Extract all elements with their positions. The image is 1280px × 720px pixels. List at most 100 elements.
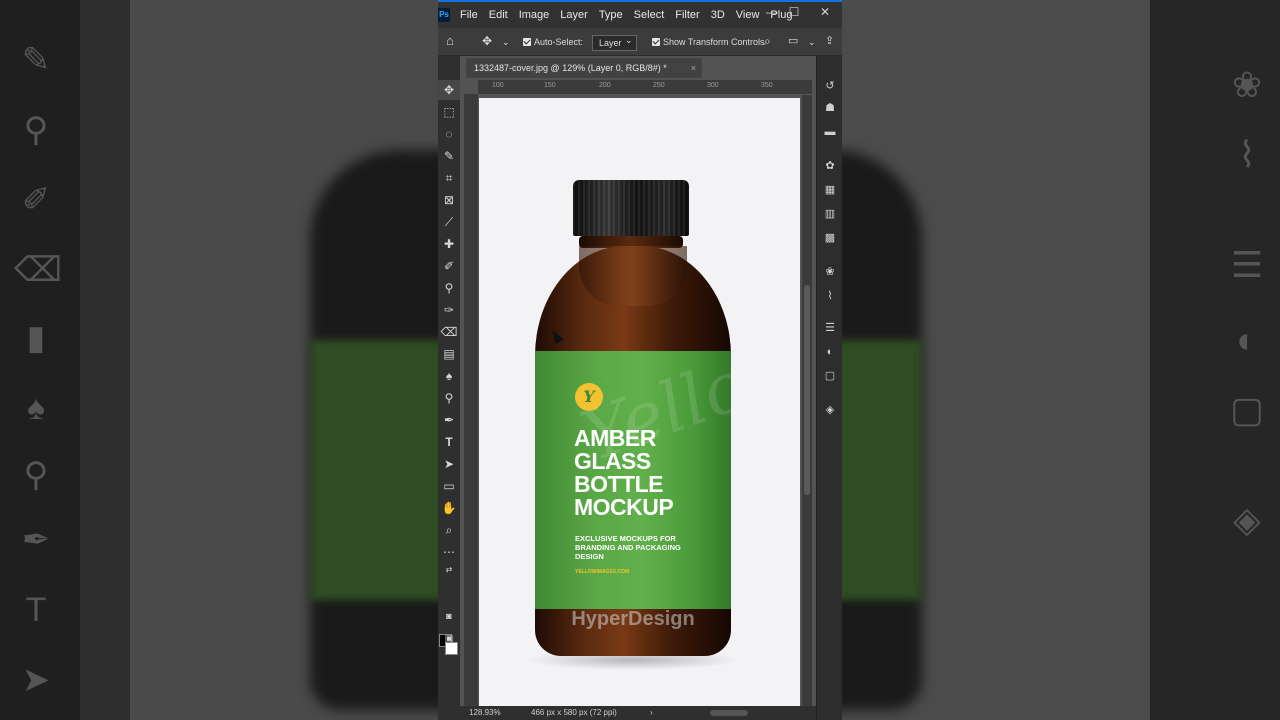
libraries-panel-icon[interactable]: ▢ [817, 366, 842, 386]
ghost-blur-icon: ♠ [26, 389, 46, 427]
checkbox-checked-icon[interactable] [652, 38, 660, 46]
ghost-select-icon: ➤ [21, 661, 51, 699]
watermark: HyperDesign [571, 608, 695, 630]
crop-tool-icon[interactable]: ⌗ [438, 168, 460, 188]
show-transform-label: Show Transform Controls [663, 37, 765, 47]
quick-mask-icon[interactable]: ◙ [438, 606, 460, 626]
ghost-eraser-icon: ⌫ [14, 251, 63, 289]
close-tab-icon[interactable]: × [691, 58, 696, 78]
ghost-styles-icon: ◐ [1236, 319, 1258, 360]
document-info: 466 px x 580 px (72 ppi) [531, 708, 617, 717]
menu-view[interactable]: View [736, 8, 766, 22]
status-menu-arrow[interactable]: › [650, 706, 653, 720]
move-tool-icon[interactable]: ✥ [482, 34, 492, 48]
ruler-label: 200 [599, 82, 611, 89]
gradient-tool-icon[interactable]: ▤ [438, 344, 460, 364]
eyedropper-tool-icon[interactable]: ⟋ [438, 212, 460, 232]
options-bar: ⌂ ✥ ⌄ Auto-Select: Layer Show Transform … [438, 28, 842, 56]
ghost-stamp-icon: ⚲ [23, 111, 49, 149]
minimize-button[interactable]: — [762, 5, 782, 19]
layers-panel-icon[interactable]: ◈ [817, 400, 842, 420]
menu-select[interactable]: Select [634, 8, 671, 22]
lasso-tool-icon[interactable]: ◌ [438, 124, 460, 144]
ghost-channels-icon: ❀ [1231, 64, 1263, 105]
document-canvas[interactable]: Yellow Y AMBER GLASS BOTTLE MOCKUP EXCLU… [479, 98, 800, 706]
history-brush-tool-icon[interactable]: ✑ [438, 300, 460, 320]
styles-panel-icon[interactable]: ◐ [817, 342, 842, 362]
adjustments-panel-icon[interactable]: ☰ [817, 318, 842, 338]
path-select-tool-icon[interactable]: ➤ [438, 454, 460, 474]
label-title: AMBER GLASS BOTTLE MOCKUP [574, 425, 674, 520]
properties-panel-icon[interactable]: ☗ [817, 98, 842, 118]
menu-filter[interactable]: Filter [675, 8, 705, 22]
healing-brush-tool-icon[interactable]: ✚ [438, 234, 460, 254]
auto-select-dropdown[interactable]: Layer [592, 33, 637, 51]
workspace-icon[interactable]: ▭ [788, 34, 798, 48]
menu-edit[interactable]: Edit [489, 8, 514, 22]
auto-select-value[interactable]: Layer [592, 33, 637, 51]
menu-3d[interactable]: 3D [711, 8, 731, 22]
ruler-label: 300 [707, 82, 719, 89]
dodge-tool-icon[interactable]: ⚲ [438, 388, 460, 408]
blur-tool-icon[interactable]: ♠ [438, 366, 460, 386]
menu-image[interactable]: Image [519, 8, 556, 22]
zoom-tool-icon[interactable]: ⌕ [438, 520, 460, 540]
ghost-paths-icon: ⌇ [1238, 134, 1256, 175]
more-tools-icon[interactable]: ⋯ [438, 542, 460, 562]
channels-panel-icon[interactable]: ❀ [817, 262, 842, 282]
scrollbar-thumb[interactable] [804, 285, 810, 495]
menu-layer[interactable]: Layer [560, 8, 594, 22]
quick-select-tool-icon[interactable]: ✎ [438, 146, 460, 166]
move-tool-icon[interactable]: ✥ [438, 80, 460, 100]
screen-mode-icon[interactable]: ▣ [438, 628, 460, 648]
ghost-pen-icon: ✒ [21, 521, 51, 559]
horizontal-ruler: 100 150 200 250 300 350 [478, 80, 812, 95]
chevron-down-icon[interactable]: ⌄ [808, 35, 816, 49]
zoom-level[interactable]: 128.93% [469, 706, 501, 720]
document-tab[interactable]: 1332487-cover.jpg @ 129% (Layer 0, RGB/8… [466, 58, 702, 78]
brand-logo: Y [575, 383, 603, 411]
eraser-tool-icon[interactable]: ⌫ [438, 322, 460, 342]
clone-stamp-tool-icon[interactable]: ⚲ [438, 278, 460, 298]
chevron-down-icon[interactable]: ⌄ [502, 35, 510, 49]
checkbox-checked-icon[interactable] [523, 38, 531, 46]
vertical-ruler [464, 94, 479, 706]
canvas-area[interactable]: Yellow Y AMBER GLASS BOTTLE MOCKUP EXCLU… [479, 95, 812, 706]
gradients-panel-icon[interactable]: ▥ [817, 204, 842, 224]
ghost-layers-icon: ◈ [1233, 499, 1261, 540]
share-icon[interactable]: ⇪ [825, 34, 834, 48]
home-icon[interactable]: ⌂ [446, 34, 454, 48]
title-bar: Ps File Edit Image Layer Type Select Fil… [438, 0, 842, 28]
close-window-button[interactable]: ✕ [815, 5, 835, 19]
swap-colors-icon[interactable]: ⇄ [438, 560, 460, 580]
frame-tool-icon[interactable]: ⊠ [438, 190, 460, 210]
amber-bottle-image: Yellow Y AMBER GLASS BOTTLE MOCKUP EXCLU… [525, 178, 800, 670]
blurred-bottle-label-right [842, 340, 922, 600]
hand-tool-icon[interactable]: ✋ [438, 498, 460, 518]
auto-select-checkbox[interactable]: Auto-Select: [523, 35, 583, 49]
search-icon[interactable]: ⌕ [764, 34, 771, 48]
color-panel-icon[interactable]: ✿ [817, 156, 842, 176]
type-tool-icon[interactable]: T [438, 432, 460, 452]
brush-tool-icon[interactable]: ✐ [438, 256, 460, 276]
rectangle-tool-icon[interactable]: ▭ [438, 476, 460, 496]
ghost-type-icon: T [25, 591, 47, 629]
patterns-panel-icon[interactable]: ▩ [817, 228, 842, 248]
pen-tool-icon[interactable]: ✒ [438, 410, 460, 430]
marquee-tool-icon[interactable]: ⬚ [438, 102, 460, 122]
blurred-background-left: ✎ ⚲ ✐ ⌫ ▮ ♠ ⚲ ✒ T ➤ [0, 0, 438, 720]
ghost-library-icon: ▢ [1229, 389, 1264, 430]
paths-panel-icon[interactable]: ⌇ [817, 286, 842, 306]
maximize-button[interactable]: ☐ [784, 5, 804, 19]
menu-bar: File Edit Image Layer Type Select Filter… [460, 8, 798, 22]
auto-select-label: Auto-Select: [534, 37, 584, 47]
horizontal-scrollbar-thumb[interactable] [710, 710, 748, 716]
show-transform-checkbox[interactable]: Show Transform Controls [652, 35, 765, 49]
menu-type[interactable]: Type [599, 8, 629, 22]
history-panel-icon[interactable]: ↺ [817, 76, 842, 96]
swatches-panel-icon[interactable]: ▦ [817, 180, 842, 200]
vertical-scrollbar[interactable] [802, 95, 812, 706]
label-website: YELLOWIMAGES.COM [575, 569, 630, 575]
comments-panel-icon[interactable]: ▬ [817, 122, 842, 142]
menu-file[interactable]: File [460, 8, 484, 22]
